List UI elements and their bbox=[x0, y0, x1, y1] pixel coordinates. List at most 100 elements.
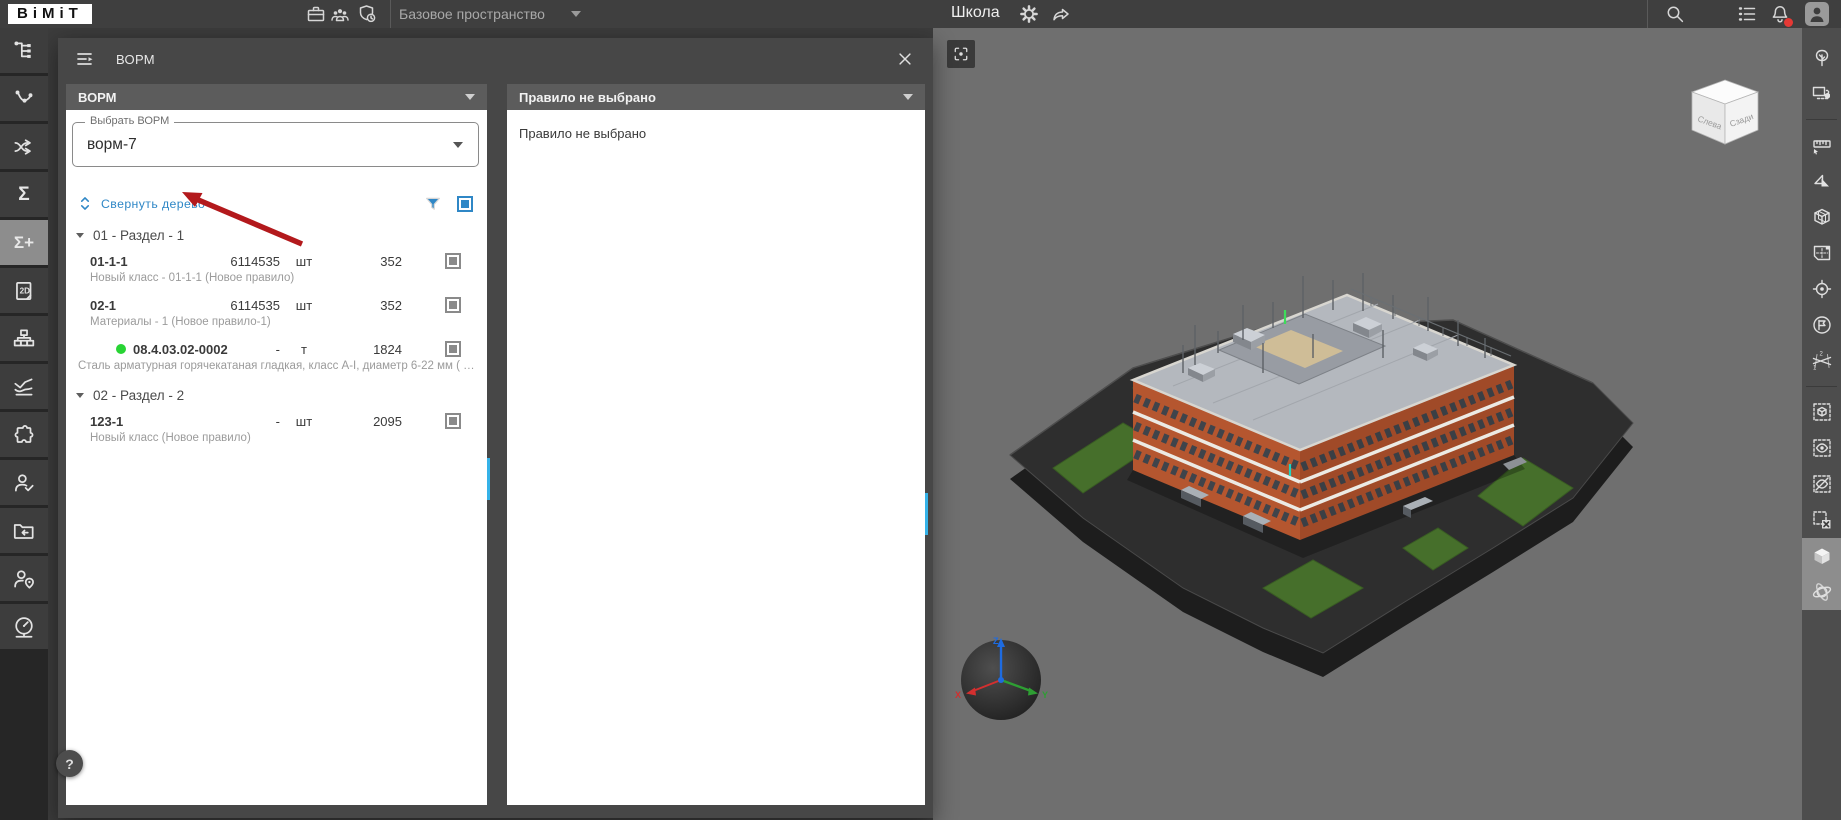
sidebar-item-sheet-2d[interactable]: 2D bbox=[0, 268, 48, 313]
row-checkbox[interactable] bbox=[445, 341, 461, 357]
select-all-checkbox[interactable] bbox=[457, 195, 473, 212]
row-value: - bbox=[275, 341, 280, 357]
app-logo: BiMiT bbox=[8, 4, 92, 24]
row-subtitle: Новый класс - 01-1-1 (Новое правило) bbox=[90, 272, 295, 284]
sidebar-item-user-location[interactable] bbox=[0, 556, 48, 601]
view-cube[interactable]: Слева Сзади bbox=[1680, 72, 1770, 157]
sidebar-item-plugins[interactable] bbox=[0, 412, 48, 457]
profile-avatar[interactable] bbox=[1805, 2, 1829, 26]
sidebar-item-sum[interactable]: Σ bbox=[0, 172, 48, 217]
row-unit: шт bbox=[295, 253, 313, 269]
rule-panel: Правило не выбрано Правило не выбрано bbox=[507, 84, 925, 805]
sum-glyph: Σ bbox=[18, 184, 30, 205]
navigation-gizmo[interactable]: Z X Y bbox=[951, 628, 1051, 728]
rule-section-header[interactable]: Правило не выбрано bbox=[507, 84, 925, 110]
tree-section-header[interactable]: 02 - Раздел - 2 bbox=[66, 388, 487, 403]
tree-caret-icon bbox=[76, 233, 84, 238]
ruler-icon[interactable] bbox=[1802, 127, 1841, 163]
projects-briefcase-icon[interactable] bbox=[305, 3, 327, 25]
right-tool-rail: 12 bbox=[1802, 28, 1841, 820]
row-unit: т bbox=[301, 341, 307, 357]
nature-tree-icon[interactable] bbox=[1802, 40, 1841, 76]
settings-gear-icon[interactable] bbox=[1018, 3, 1040, 25]
row-value: 6114535 bbox=[230, 253, 280, 269]
svg-text:1: 1 bbox=[1813, 366, 1817, 372]
menu-list-icon[interactable] bbox=[1736, 3, 1758, 25]
chevron-down-icon bbox=[903, 94, 913, 100]
filter-icon[interactable] bbox=[425, 196, 441, 212]
row-subtitle: Сталь арматурная горячекатаная гладкая, … bbox=[78, 360, 487, 372]
toolbar-separator bbox=[1806, 386, 1837, 387]
numbered-grids-icon[interactable]: 12 bbox=[1802, 343, 1841, 379]
section-flash-icon[interactable] bbox=[1802, 163, 1841, 199]
panel-resize-handle[interactable] bbox=[925, 493, 928, 535]
orbit-icon[interactable] bbox=[1802, 574, 1841, 610]
toolbar-separator bbox=[1806, 119, 1837, 120]
dialog-title: ВОРМ bbox=[116, 51, 155, 67]
row-subtitle: Материалы - 1 (Новое правило-1) bbox=[90, 316, 271, 328]
tree-section-header[interactable]: 01 - Раздел - 1 bbox=[66, 228, 487, 243]
vorm-dialog: ВОРМ ВОРМ Выбрать ВОРМ ворм-7 Свернуть д… bbox=[58, 38, 933, 818]
shield-history-icon[interactable] bbox=[356, 3, 378, 25]
row-value: - bbox=[275, 413, 280, 429]
clear-selection-icon[interactable] bbox=[1802, 502, 1841, 538]
collapse-tree-link[interactable]: Свернуть дерево bbox=[101, 197, 205, 211]
vorm-select-label: Выбрать ВОРМ bbox=[85, 115, 175, 127]
show-eye-icon[interactable] bbox=[1802, 430, 1841, 466]
shaded-cube-icon[interactable] bbox=[1802, 538, 1841, 574]
building-model bbox=[1009, 273, 1634, 677]
row-count: 1824 bbox=[373, 341, 402, 357]
sidebar-item-trends[interactable] bbox=[0, 364, 48, 409]
sidebar-item-org-chart[interactable] bbox=[0, 316, 48, 361]
hide-eye-icon[interactable] bbox=[1802, 466, 1841, 502]
topbar-divider-right bbox=[1647, 0, 1648, 28]
sidebar-item-user-approve[interactable] bbox=[0, 460, 48, 505]
zoom-fit-button[interactable] bbox=[947, 40, 975, 68]
tree-caret-icon bbox=[76, 393, 84, 398]
sidebar-item-shuffle[interactable] bbox=[0, 124, 48, 169]
row-code: 123-1 bbox=[90, 413, 124, 429]
dialog-header: ВОРМ bbox=[58, 38, 933, 80]
sidebar-item-dashboard[interactable] bbox=[0, 604, 48, 649]
gizmo-y-label: Y bbox=[1042, 690, 1048, 700]
row-checkbox[interactable] bbox=[445, 413, 461, 429]
vorm-select-value: ворм-7 bbox=[87, 135, 137, 153]
select-elements-icon[interactable] bbox=[1802, 76, 1841, 112]
svg-text:2D: 2D bbox=[20, 286, 31, 295]
close-icon[interactable] bbox=[893, 47, 917, 71]
notifications-bell-icon[interactable] bbox=[1769, 3, 1793, 27]
flag-icon[interactable] bbox=[1802, 307, 1841, 343]
share-icon[interactable] bbox=[1050, 3, 1072, 25]
sidebar-item-sum-plus-active[interactable]: Σ+ bbox=[0, 220, 48, 265]
workspace-selector[interactable]: Базовое пространство bbox=[399, 0, 581, 28]
vorm-section-header[interactable]: ВОРМ bbox=[66, 84, 487, 110]
row-subtitle: Новый класс (Новое правило) bbox=[90, 432, 251, 444]
tree-row[interactable]: 08.4.03.02-0002 - т 1824 bbox=[66, 341, 487, 357]
workspace-name: Базовое пространство bbox=[399, 6, 545, 22]
tree-toolbar: Свернуть дерево bbox=[78, 195, 473, 212]
dialog-menu-icon[interactable] bbox=[74, 48, 96, 70]
tree-row[interactable]: 01-1-1 6114535 шт 352 bbox=[66, 253, 487, 269]
help-button[interactable]: ? bbox=[56, 750, 83, 777]
locate-target-icon[interactable] bbox=[1802, 271, 1841, 307]
isolate-box-icon[interactable] bbox=[1802, 394, 1841, 430]
sidebar-item-dependencies[interactable] bbox=[0, 76, 48, 121]
floor-plan-icon[interactable] bbox=[1802, 235, 1841, 271]
panel-resize-handle[interactable] bbox=[487, 458, 490, 500]
section-box-icon[interactable] bbox=[1802, 199, 1841, 235]
tree-row[interactable]: 123-1 - шт 2095 bbox=[66, 413, 487, 429]
vorm-panel: ВОРМ Выбрать ВОРМ ворм-7 Свернуть дерево bbox=[66, 84, 487, 805]
tree-row[interactable]: 02-1 6114535 шт 352 bbox=[66, 297, 487, 313]
left-tool-rail: Σ Σ+ 2D bbox=[0, 28, 48, 820]
topbar-divider bbox=[390, 0, 391, 28]
viewport-3d-canvas[interactable]: Слева Сзади Z X Y bbox=[933, 28, 1802, 820]
team-icon[interactable] bbox=[329, 3, 351, 25]
row-count: 352 bbox=[380, 297, 402, 313]
search-icon[interactable] bbox=[1664, 3, 1686, 25]
vorm-select[interactable]: Выбрать ВОРМ ворм-7 bbox=[72, 115, 479, 167]
row-checkbox[interactable] bbox=[445, 297, 461, 313]
sidebar-item-folder-transfer[interactable] bbox=[0, 508, 48, 553]
sidebar-item-tree-structure[interactable] bbox=[0, 28, 48, 73]
row-checkbox[interactable] bbox=[445, 253, 461, 269]
vorm-panel-body: Выбрать ВОРМ ворм-7 Свернуть дерево 01 -… bbox=[66, 110, 487, 805]
